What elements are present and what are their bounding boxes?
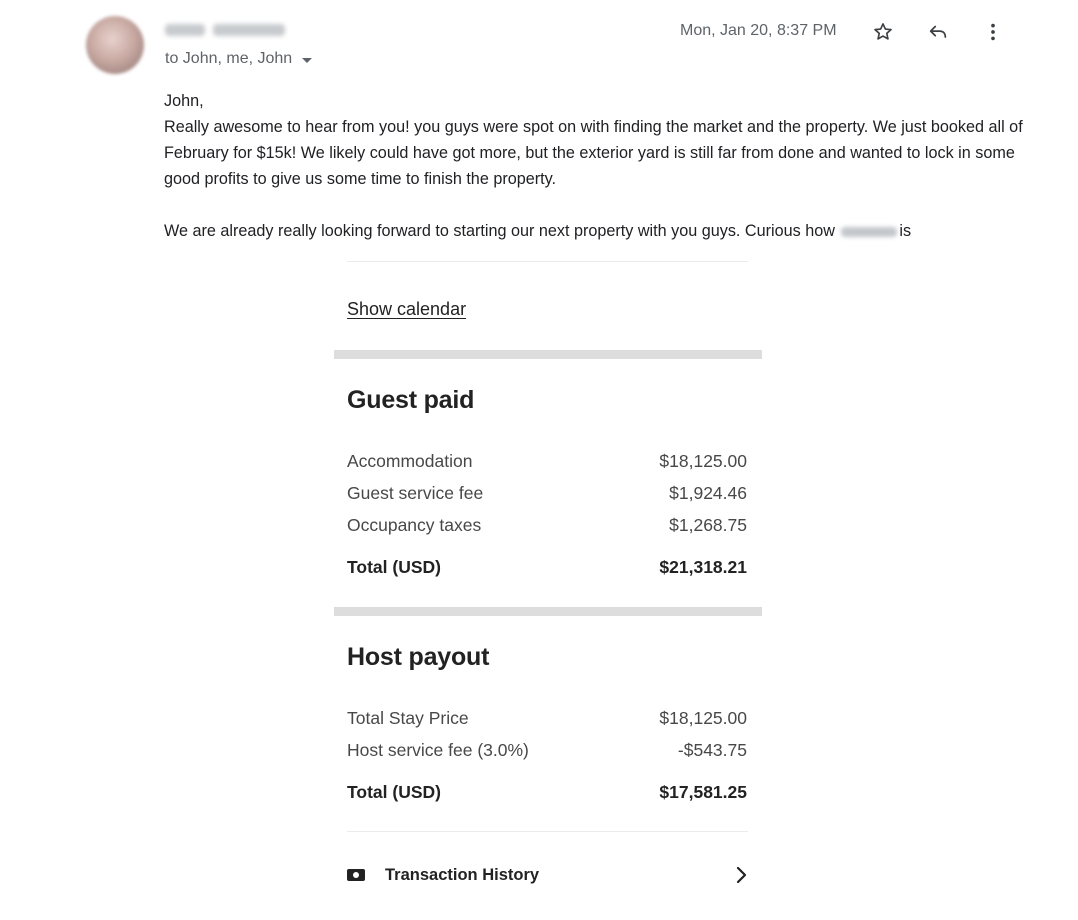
star-icon xyxy=(874,23,892,40)
message-date: Mon, Jan 20, 8:37 PM xyxy=(680,22,837,39)
divider xyxy=(347,261,748,262)
redacted-location xyxy=(841,226,898,237)
fee-value: $1,268.75 xyxy=(669,515,747,535)
cash-icon xyxy=(347,869,365,881)
more-options-button[interactable] xyxy=(979,18,1007,46)
transaction-history-link[interactable]: Transaction History xyxy=(347,862,749,888)
message-body: John, Really awesome to hear from you! y… xyxy=(164,88,1024,244)
message-paragraph: We are already really looking forward to… xyxy=(164,218,1024,244)
fee-label: Occupancy taxes xyxy=(347,515,482,535)
recipients-label: to John, me, John xyxy=(165,50,293,67)
paragraph-text: We are already really looking forward to… xyxy=(164,222,835,240)
total-value: $17,581.25 xyxy=(659,782,747,802)
fee-row: Accommodation $18,125.00 xyxy=(347,451,747,472)
fee-row: Total Stay Price $18,125.00 xyxy=(347,708,747,729)
fee-label: Total Stay Price xyxy=(347,708,469,728)
transaction-history-label: Transaction History xyxy=(385,865,540,884)
fee-label: Accommodation xyxy=(347,451,473,471)
show-calendar-link[interactable]: Show calendar xyxy=(347,299,466,320)
fee-label: Guest service fee xyxy=(347,483,484,503)
fee-value: $18,125.00 xyxy=(659,708,747,728)
fee-row: Occupancy taxes $1,268.75 xyxy=(347,515,747,536)
fee-value: $18,125.00 xyxy=(659,451,747,471)
redacted-name-part xyxy=(213,24,285,36)
redacted-name-part xyxy=(165,24,205,36)
chevron-right-icon xyxy=(735,865,749,885)
section-divider xyxy=(334,350,762,359)
more-vert-icon xyxy=(991,23,995,41)
host-payout-title: Host payout xyxy=(347,643,490,671)
greeting: John, xyxy=(164,92,204,110)
fee-row: Guest service fee $1,924.46 xyxy=(347,483,747,504)
guest-total-row: Total (USD) $21,318.21 xyxy=(347,557,747,578)
paragraph-text: is xyxy=(899,222,912,240)
total-label: Total (USD) xyxy=(347,782,441,802)
guest-paid-title: Guest paid xyxy=(347,386,475,414)
caret-down-icon xyxy=(302,57,313,63)
fee-value: $1,924.46 xyxy=(669,483,747,503)
reply-button[interactable] xyxy=(924,18,952,46)
total-value: $21,318.21 xyxy=(659,557,747,577)
star-button[interactable] xyxy=(869,18,897,46)
divider xyxy=(347,831,748,832)
host-total-row: Total (USD) $17,581.25 xyxy=(347,782,747,803)
fee-label: Host service fee (3.0%) xyxy=(347,740,529,760)
sender-avatar[interactable] xyxy=(86,16,144,74)
fee-value: -$543.75 xyxy=(677,740,747,760)
fee-row: Host service fee (3.0%) -$543.75 xyxy=(347,740,747,761)
reply-icon xyxy=(929,25,947,38)
message-paragraph: Really awesome to hear from you! you guy… xyxy=(164,118,1023,188)
total-label: Total (USD) xyxy=(347,557,441,577)
section-divider xyxy=(334,607,762,616)
sender-name-redacted[interactable] xyxy=(165,22,285,38)
recipients-toggle[interactable]: to John, me, John xyxy=(165,50,313,68)
